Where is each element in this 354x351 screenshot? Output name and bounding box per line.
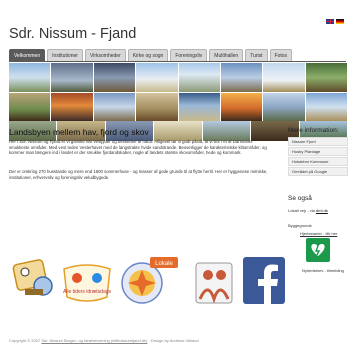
banner-photo xyxy=(93,63,136,92)
page-heading: Landsbyen mellem hav, fjord og skov xyxy=(9,127,149,137)
language-flags xyxy=(326,19,344,24)
banner-photo xyxy=(202,121,251,141)
footer-copyright: Copyright © 2007 xyxy=(9,338,42,343)
sidebar-heading: Mere information: xyxy=(288,127,339,134)
banner-photo xyxy=(220,63,263,92)
banner-photo xyxy=(220,92,263,121)
tab-virksomheder[interactable]: Virksomheder xyxy=(84,49,126,61)
sidebar-link[interactable]: Området på Google xyxy=(288,167,348,176)
tab-velkommen[interactable]: Velkommen xyxy=(9,49,46,61)
second-paragraph: Der er omkring 270 husstande og mere end… xyxy=(9,169,271,180)
local-logo-icon[interactable]: Lokale xyxy=(120,253,180,306)
banner-photo xyxy=(263,63,305,92)
defibrillator-icon[interactable] xyxy=(301,238,335,262)
key-logo-icon[interactable] xyxy=(11,256,57,302)
weather-text: Lokalt vejr - via dmi.dk xyxy=(288,208,328,213)
banner-photo xyxy=(154,121,202,141)
local-logo-text: Lokale xyxy=(155,261,173,267)
english-flag-icon[interactable] xyxy=(326,19,334,24)
defibrillator-link[interactable]: Hjertestarter - tilk her xyxy=(300,231,337,236)
nav-divider xyxy=(9,61,346,62)
tab-fotos[interactable]: Fotos xyxy=(269,49,293,61)
dmi-link[interactable]: dmi.dk xyxy=(316,208,328,213)
second-paragraph-link[interactable]: veludbygede. xyxy=(84,175,110,180)
sidebar: Mere information: Nissum Fjord Husby Plan… xyxy=(288,127,348,273)
banner-photo xyxy=(9,92,51,121)
tab-multihallen[interactable]: Multihallen xyxy=(209,49,244,61)
photo-banner xyxy=(9,63,347,121)
banner-photo xyxy=(305,92,347,121)
sports-day-logo-text: Alle tiders idrætsdags xyxy=(63,289,112,295)
german-flag-icon[interactable] xyxy=(336,19,344,24)
banner-photo xyxy=(178,63,220,92)
banner-photo xyxy=(136,92,178,121)
intro-paragraph: Her i Sdr. Nissum og Fjand er vi ganske … xyxy=(9,139,267,156)
building-plots-link[interactable]: Byggegrunde xyxy=(288,223,312,228)
sports-day-logo-icon[interactable]: Alle tiders idrætsdags xyxy=(61,261,113,307)
banner-photo xyxy=(9,63,51,92)
banner-photo xyxy=(51,92,93,121)
community-logo-icon[interactable] xyxy=(190,257,238,309)
banner-photo xyxy=(51,63,93,92)
banner-photo xyxy=(305,63,347,92)
banner-photo xyxy=(136,63,178,92)
tab-foreningsliv[interactable]: Foreningsliv xyxy=(170,49,208,61)
sidebar-link[interactable]: Husby Plantage xyxy=(288,147,348,156)
banner-photo xyxy=(93,92,136,121)
second-paragraph-text: Der er omkring 270 husstande og mere end… xyxy=(9,169,268,180)
footer-design: · Design by Andreas Vikland xyxy=(147,338,199,343)
banner-photo xyxy=(263,92,305,121)
newsletter-link[interactable]: Nyhedsbrev - tilmelding xyxy=(302,268,344,273)
banner-photo xyxy=(178,92,220,121)
footer-org-link[interactable]: Sdr. Nissum Borger- og Idrætsforening (b… xyxy=(41,338,147,343)
sidebar-link[interactable]: Holstebro Kommune xyxy=(288,157,348,166)
see-also-heading: Se også xyxy=(288,195,312,202)
tab-institutioner[interactable]: Institutioner xyxy=(47,49,83,61)
tab-kirke-og-sogn[interactable]: Kirke og sogn xyxy=(127,49,169,61)
weather-label: Lokalt vejr - via xyxy=(288,208,315,213)
tab-turist[interactable]: Turist xyxy=(245,49,268,61)
site-title[interactable]: Sdr. Nissum - Fjand xyxy=(9,26,136,42)
sidebar-link[interactable]: Nissum Fjord xyxy=(288,137,348,146)
footer: Copyright © 2007 Sdr. Nissum Borger- og … xyxy=(9,338,199,343)
facebook-icon[interactable] xyxy=(243,257,285,304)
